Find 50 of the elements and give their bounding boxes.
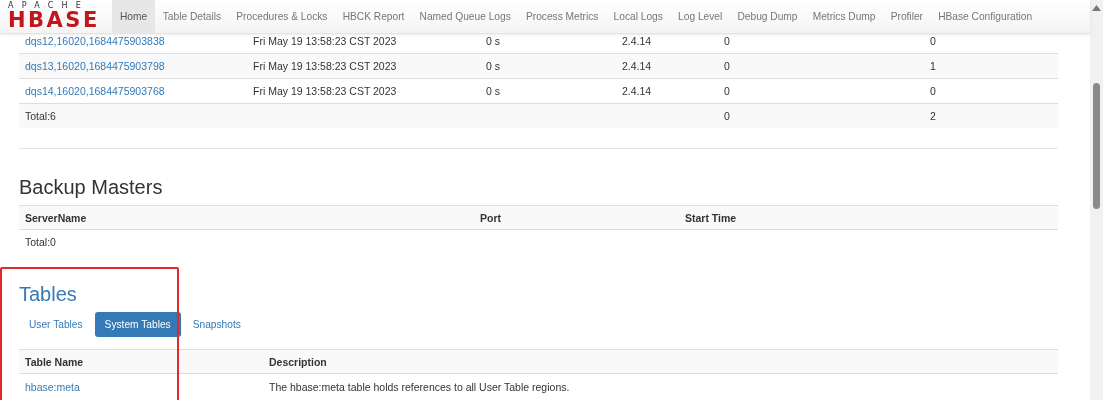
nav-item[interactable]: Named Queue Logs bbox=[411, 0, 519, 33]
column-header: Description bbox=[268, 355, 328, 368]
column-header: Port bbox=[479, 211, 502, 224]
table-cell-text: 0 bbox=[723, 110, 731, 122]
nav-item[interactable]: Profiler bbox=[883, 0, 931, 33]
tab[interactable]: System Tables bbox=[94, 312, 181, 337]
table-cell-text: 0 s bbox=[485, 34, 501, 47]
table-cell-text: 1 bbox=[929, 60, 937, 72]
table-cell-text: 0 bbox=[929, 34, 937, 47]
logo[interactable]: APACHE HBASE bbox=[8, 0, 102, 33]
nav-item[interactable]: Local Logs bbox=[606, 0, 671, 33]
scrollbar[interactable] bbox=[1090, 0, 1103, 400]
scrollbar-thumb[interactable] bbox=[1093, 83, 1100, 209]
nav-item[interactable]: Procedures & Locks bbox=[228, 0, 336, 33]
total-label: Total:0 bbox=[24, 236, 57, 248]
table-cell-text: 0 bbox=[929, 85, 937, 97]
nav-item[interactable]: HBase Configuration bbox=[930, 0, 1040, 33]
nav-item[interactable]: Debug Dump bbox=[729, 0, 806, 33]
table-cell-text: 2.4.14 bbox=[621, 34, 653, 47]
server-link[interactable]: dqs14,16020,1684475903768 bbox=[19, 85, 247, 97]
section-title: Backup Masters bbox=[19, 175, 164, 199]
nav-item[interactable]: Metrics Dump bbox=[805, 0, 884, 33]
tab[interactable]: User Tables bbox=[19, 312, 93, 337]
column-header: Start Time bbox=[684, 211, 738, 224]
nav-item[interactable]: Log Level bbox=[670, 0, 730, 33]
server-link[interactable]: dqs12,16020,1684475903838 bbox=[19, 34, 247, 47]
section-title: Tables bbox=[19, 282, 78, 306]
total-label: Total:6 bbox=[24, 110, 57, 122]
table-cell-text: 0 bbox=[723, 60, 731, 72]
table-cell-text: 2.4.14 bbox=[621, 60, 653, 72]
table-cell-text: 0 bbox=[723, 85, 731, 97]
table-cell-text: Fri May 19 13:58:23 CST 2023 bbox=[252, 85, 398, 97]
nav-item[interactable]: Table Details bbox=[155, 0, 229, 33]
server-link[interactable]: dqs13,16020,1684475903798 bbox=[19, 60, 247, 72]
table-cell-text: Fri May 19 13:58:23 CST 2023 bbox=[252, 60, 398, 72]
table-cell-text: 2 bbox=[929, 110, 937, 122]
table-cell-text: Fri May 19 13:58:23 CST 2023 bbox=[252, 34, 398, 47]
table-cell-text: 0 s bbox=[485, 60, 501, 72]
nav-item[interactable]: HBCK Report bbox=[335, 0, 412, 33]
scroll-up-icon[interactable] bbox=[1092, 5, 1101, 11]
column-header: ServerName bbox=[24, 211, 88, 224]
tab[interactable]: Snapshots bbox=[182, 312, 251, 337]
table-cell-text: 0 s bbox=[485, 85, 501, 97]
table-link[interactable]: hbase:meta bbox=[19, 380, 263, 393]
nav-item[interactable]: Process Metrics bbox=[518, 0, 606, 33]
table-cell-text: 2.4.14 bbox=[621, 85, 653, 97]
nav-item[interactable]: Home bbox=[112, 0, 156, 33]
table-cell-text: The hbase:meta table holds references to all User Table regions. bbox=[268, 380, 571, 393]
table-cell-text: 0 bbox=[723, 34, 731, 47]
column-header: Table Name bbox=[24, 355, 85, 368]
